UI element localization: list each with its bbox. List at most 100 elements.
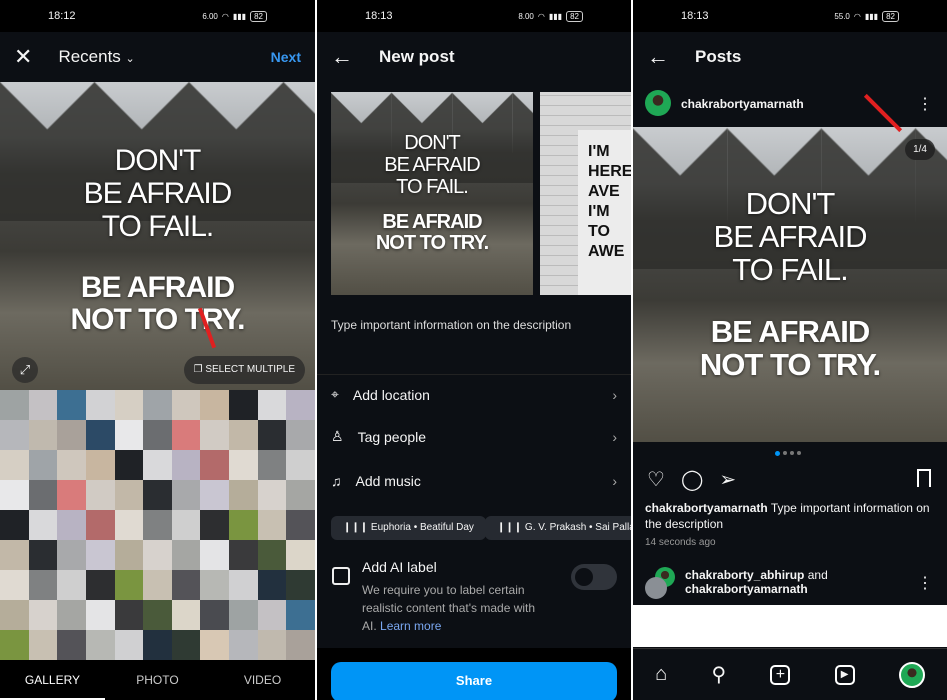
gallery-thumbnail[interactable] [85,630,115,660]
gallery-thumbnail[interactable] [85,480,115,510]
gallery-thumbnail[interactable] [286,450,315,480]
gallery-thumbnail[interactable] [257,540,287,570]
back-arrow-icon[interactable]: ← [331,44,353,70]
bookmark-icon[interactable] [917,469,931,487]
gallery-thumbnail[interactable] [286,600,315,630]
gallery-thumbnail[interactable] [114,450,144,480]
gallery-thumbnail[interactable] [114,480,144,510]
gallery-thumbnail[interactable] [0,630,29,660]
gallery-thumbnail[interactable] [229,630,258,660]
gallery-thumbnail[interactable] [143,390,172,420]
gallery-thumbnail[interactable] [286,420,315,450]
close-icon[interactable]: ✕ [14,44,32,70]
gallery-thumbnail[interactable] [143,540,172,570]
gallery-thumbnail[interactable] [57,510,86,540]
gallery-thumbnail[interactable] [171,630,201,660]
gallery-thumbnail[interactable] [0,600,29,630]
add-location-row[interactable]: ⌖ Add location › [331,386,617,403]
gallery-thumbnail[interactable] [171,480,201,510]
gallery-thumbnail[interactable] [143,510,172,540]
gallery-thumbnail[interactable] [229,420,258,450]
share-icon[interactable]: ➢ [719,467,736,492]
gallery-thumbnail[interactable] [171,600,201,630]
gallery-thumbnail[interactable] [257,420,287,450]
gallery-thumbnail[interactable] [114,630,144,660]
gallery-thumbnail[interactable] [85,450,115,480]
avatar[interactable] [645,577,667,599]
gallery-thumbnail[interactable] [143,420,172,450]
gallery-thumbnail[interactable] [286,510,315,540]
gallery-thumbnail[interactable] [257,450,287,480]
gallery-thumbnail[interactable] [0,450,29,480]
gallery-thumbnail[interactable] [257,630,287,660]
gallery-thumbnail[interactable] [200,600,230,630]
gallery-thumbnail[interactable] [0,390,29,420]
gallery-thumbnail[interactable] [28,480,58,510]
gallery-thumbnail[interactable] [28,420,58,450]
gallery-thumbnail[interactable] [229,480,258,510]
gallery-thumbnail[interactable] [257,510,287,540]
gallery-thumbnail[interactable] [0,540,29,570]
gallery-thumbnail[interactable] [286,540,315,570]
back-arrow-icon[interactable]: ← [647,44,669,70]
gallery-thumbnail[interactable] [57,420,86,450]
gallery-thumbnail[interactable] [114,420,144,450]
gallery-thumbnail[interactable] [114,540,144,570]
gallery-thumbnail[interactable] [85,390,115,420]
gallery-thumbnail[interactable] [85,510,115,540]
gallery-thumbnail[interactable] [200,480,230,510]
gallery-thumbnail[interactable] [200,570,230,600]
gallery-thumbnail[interactable] [171,510,201,540]
post-photo-2[interactable]: I'M HERE AVE I'M TO AWE [540,92,631,295]
gallery-thumbnail[interactable] [286,390,315,420]
gallery-thumbnail[interactable] [171,540,201,570]
gallery-thumbnail[interactable] [28,450,58,480]
gallery-thumbnail[interactable] [257,390,287,420]
post-photo[interactable]: DON'T BE AFRAID TO FAIL. BE AFRAID NOT TO T… [633,127,947,442]
gallery-thumbnail[interactable] [286,630,315,660]
gallery-thumbnail[interactable] [57,450,86,480]
gallery-thumbnail[interactable] [85,600,115,630]
gallery-thumbnail[interactable] [229,540,258,570]
gallery-thumbnail[interactable] [200,630,230,660]
gallery-thumbnail[interactable] [200,420,230,450]
gallery-thumbnail[interactable] [85,540,115,570]
ai-label-toggle[interactable] [571,564,617,590]
gallery-thumbnail[interactable] [114,600,144,630]
heart-icon[interactable]: ♡ [647,467,665,492]
gallery-thumbnail[interactable] [257,570,287,600]
gallery-thumbnail[interactable] [200,450,230,480]
gallery-thumbnail[interactable] [229,570,258,600]
gallery-thumbnail[interactable] [257,600,287,630]
expand-icon[interactable]: ⤢ [12,357,38,383]
gallery-thumbnail[interactable] [143,450,172,480]
gallery-thumbnail[interactable] [57,480,86,510]
gallery-thumbnail[interactable] [28,570,58,600]
gallery-thumbnail[interactable] [114,390,144,420]
gallery-thumbnail[interactable] [0,510,29,540]
search-icon[interactable]: ⚲ [711,662,726,687]
create-icon[interactable]: + [770,664,791,685]
gallery-thumbnail[interactable] [200,390,230,420]
gallery-thumbnail[interactable] [229,450,258,480]
select-multiple-button[interactable]: ❐ SELECT MULTIPLE [183,356,305,384]
gallery-thumbnail[interactable] [171,390,201,420]
gallery-thumbnail[interactable] [114,570,144,600]
post-username[interactable]: chakrabortyamarnath [681,97,804,111]
comment-icon[interactable]: ◯ [681,467,703,492]
more-options-icon[interactable]: ⋮ [917,94,933,114]
gallery-thumbnail[interactable] [257,480,287,510]
gallery-thumbnail[interactable] [85,420,115,450]
gallery-thumbnail[interactable] [0,420,29,450]
gallery-thumbnail[interactable] [200,540,230,570]
gallery-thumbnail[interactable] [143,630,172,660]
gallery-thumbnail[interactable] [57,390,86,420]
gallery-thumbnail[interactable] [114,510,144,540]
gallery-thumbnail[interactable] [28,630,58,660]
reels-icon[interactable]: ▶ [834,664,855,685]
gallery-thumbnail[interactable] [200,510,230,540]
music-chip[interactable]: ❙❙❙ Euphoria • Beatiful Day [331,516,486,540]
gallery-thumbnail[interactable] [171,450,201,480]
gallery-thumbnail[interactable] [229,510,258,540]
music-chip[interactable]: ❙❙❙ G. V. Prakash • Sai Pallavi [485,516,631,540]
